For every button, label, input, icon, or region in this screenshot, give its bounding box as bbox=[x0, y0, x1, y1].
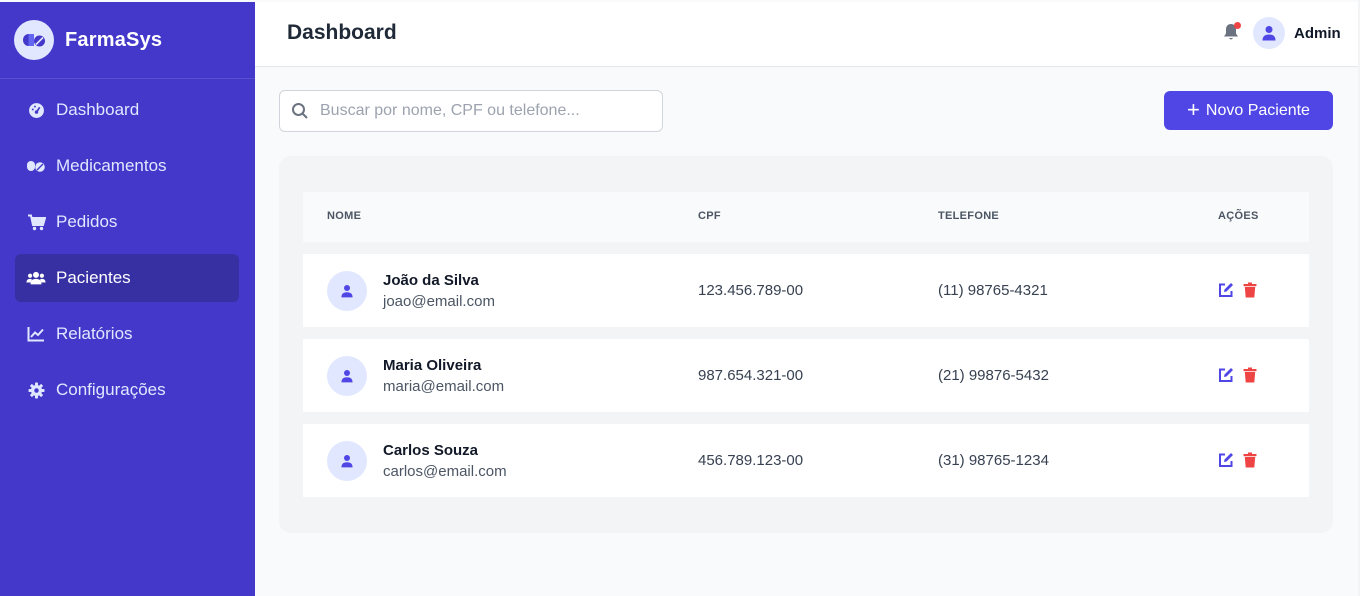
patient-cpf: 456.789.123-00 bbox=[698, 452, 804, 469]
user-avatar[interactable] bbox=[1253, 17, 1285, 49]
patients-table: NOME CPF TELEFONE AÇÕES João da Silva jo… bbox=[279, 156, 1333, 533]
brand-name: FarmaSys bbox=[65, 28, 163, 51]
pills-icon bbox=[14, 20, 54, 60]
patient-phone: (21) 99876-5432 bbox=[938, 367, 1049, 384]
sidebar-item-label: Configurações bbox=[56, 380, 166, 399]
pills-icon bbox=[26, 156, 46, 176]
column-header-nome: NOME bbox=[327, 210, 362, 222]
table-row: João da Silva joao@email.com 123.456.789… bbox=[303, 254, 1309, 327]
user-icon bbox=[341, 455, 353, 468]
search-box[interactable] bbox=[279, 90, 663, 132]
edit-icon bbox=[1219, 368, 1233, 382]
sidebar-item-pacientes[interactable]: Pacientes bbox=[15, 254, 239, 302]
edit-icon bbox=[1219, 283, 1233, 297]
sidebar-item-label: Pedidos bbox=[56, 212, 118, 231]
brand[interactable]: FarmaSys bbox=[0, 2, 255, 79]
patient-name: Maria Oliveira bbox=[383, 357, 482, 374]
patient-email: carlos@email.com bbox=[383, 463, 507, 480]
sidebar-item-relatorios[interactable]: Relatórios bbox=[15, 310, 239, 358]
patient-name: João da Silva bbox=[383, 272, 479, 289]
trash-icon bbox=[1243, 282, 1257, 298]
notification-badge bbox=[1234, 22, 1241, 29]
delete-button[interactable] bbox=[1243, 282, 1259, 298]
page-title: Dashboard bbox=[287, 21, 397, 44]
patient-name: Carlos Souza bbox=[383, 442, 479, 459]
notifications-button[interactable] bbox=[1222, 22, 1242, 44]
column-header-acoes: AÇÕES bbox=[1218, 210, 1259, 222]
column-header-cpf: CPF bbox=[698, 210, 721, 222]
patient-email: maria@email.com bbox=[383, 378, 505, 395]
users-icon bbox=[26, 268, 46, 288]
patient-email: joao@email.com bbox=[383, 293, 495, 310]
sidebar-item-label: Pacientes bbox=[56, 268, 131, 287]
patient-cpf: 123.456.789-00 bbox=[698, 282, 804, 299]
edit-button[interactable] bbox=[1218, 452, 1234, 468]
sidebar-item-label: Relatórios bbox=[56, 324, 133, 343]
trash-icon bbox=[1243, 452, 1257, 468]
sidebar-nav: Dashboard Medicamentos Pedidos Pacientes… bbox=[15, 86, 239, 422]
sidebar-item-label: Dashboard bbox=[56, 100, 140, 119]
edit-icon bbox=[1219, 453, 1233, 467]
sidebar-item-configuracoes[interactable]: Configurações bbox=[15, 366, 239, 414]
delete-button[interactable] bbox=[1243, 367, 1259, 383]
edit-button[interactable] bbox=[1218, 282, 1234, 298]
new-patient-button[interactable]: + Novo Paciente bbox=[1164, 91, 1333, 130]
chart-line-icon bbox=[26, 324, 46, 344]
avatar bbox=[327, 356, 367, 396]
user-name[interactable]: Admin bbox=[1294, 25, 1341, 42]
user-icon bbox=[1262, 26, 1276, 41]
column-header-telefone: TELEFONE bbox=[938, 210, 1000, 222]
edit-button[interactable] bbox=[1218, 367, 1234, 383]
sidebar-item-pedidos[interactable]: Pedidos bbox=[15, 198, 239, 246]
app-root: FarmaSys Dashboard Medicamentos Pedidos … bbox=[0, 0, 1360, 596]
top-header: Dashboard Admin bbox=[255, 2, 1358, 67]
trash-icon bbox=[1243, 367, 1257, 383]
table-row: Carlos Souza carlos@email.com 456.789.12… bbox=[303, 424, 1309, 497]
cart-icon bbox=[26, 212, 46, 232]
gear-icon bbox=[26, 380, 46, 400]
new-patient-label: Novo Paciente bbox=[1205, 101, 1310, 119]
patient-cpf: 987.654.321-00 bbox=[698, 367, 804, 384]
sidebar-item-dashboard[interactable]: Dashboard bbox=[15, 86, 239, 134]
patient-phone: (11) 98765-4321 bbox=[938, 282, 1048, 299]
gauge-icon bbox=[26, 100, 46, 120]
table-header: NOME CPF TELEFONE AÇÕES bbox=[303, 192, 1309, 242]
avatar bbox=[327, 271, 367, 311]
search-input[interactable] bbox=[320, 102, 650, 120]
search-icon bbox=[292, 103, 308, 119]
delete-button[interactable] bbox=[1243, 452, 1259, 468]
user-icon bbox=[341, 285, 353, 298]
sidebar-item-medicamentos[interactable]: Medicamentos bbox=[15, 142, 239, 190]
user-icon bbox=[341, 370, 353, 383]
sidebar: FarmaSys Dashboard Medicamentos Pedidos … bbox=[0, 2, 255, 596]
patient-phone: (31) 98765-1234 bbox=[938, 452, 1049, 469]
sidebar-item-label: Medicamentos bbox=[56, 156, 167, 175]
plus-icon: + bbox=[1187, 96, 1200, 122]
avatar bbox=[327, 441, 367, 481]
table-row: Maria Oliveira maria@email.com 987.654.3… bbox=[303, 339, 1309, 412]
